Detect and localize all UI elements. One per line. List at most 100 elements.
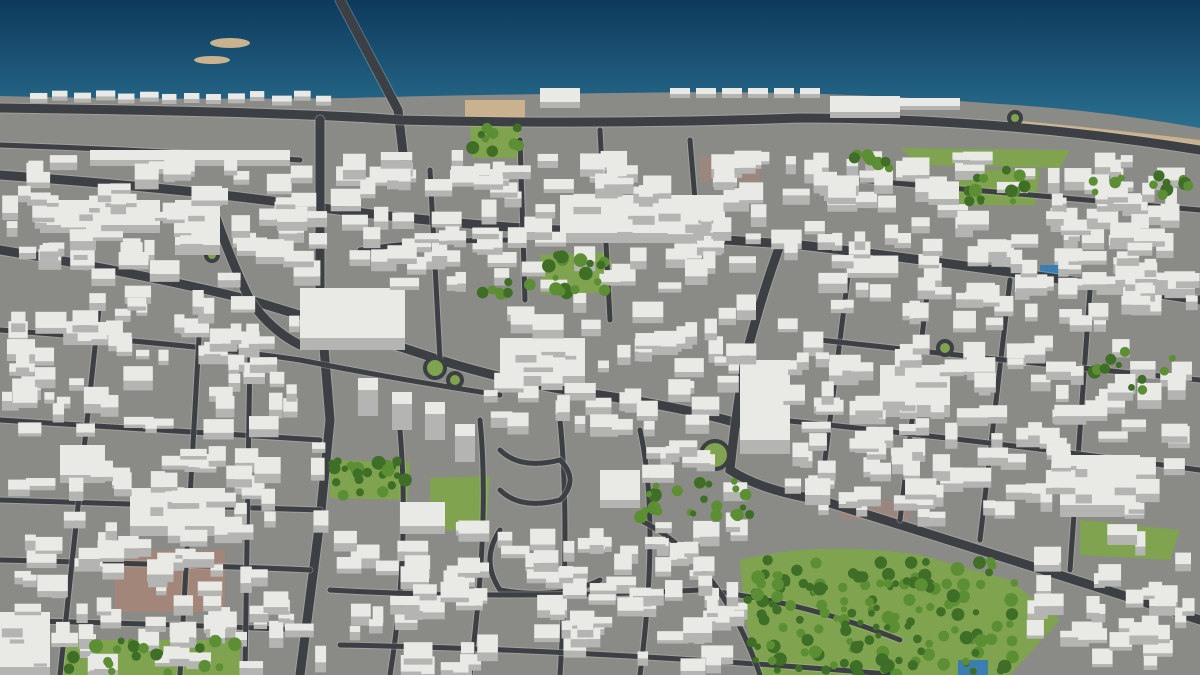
building [1054,404,1087,425]
building [206,492,236,508]
tree [771,590,784,603]
building [1121,295,1151,315]
building [740,360,790,454]
tree [936,606,946,617]
building [704,318,717,341]
tree [1157,189,1168,200]
building [472,227,499,240]
building [127,297,147,311]
building [380,152,413,169]
building [224,156,238,176]
sandbar [194,56,230,64]
building [1036,575,1052,595]
building [800,88,820,98]
building [1109,632,1133,651]
building [843,299,854,314]
building [665,248,687,269]
building [282,250,314,268]
building [674,358,704,378]
building [734,150,756,174]
building [680,658,706,675]
building [644,536,666,550]
building [97,540,125,562]
tree [795,615,804,624]
tree [671,485,683,497]
building [985,317,1004,331]
building [22,574,37,588]
building [92,231,124,241]
tree [829,661,838,670]
building [1005,484,1033,500]
building [1107,185,1128,203]
building [960,467,992,488]
tree [801,633,814,647]
building [792,442,809,467]
building [1127,242,1153,256]
building [18,185,31,203]
building [453,663,469,675]
tree [985,568,994,577]
building [912,334,930,355]
tree [477,130,485,139]
building [726,582,739,607]
building [1020,259,1038,278]
tree [1105,353,1117,365]
building [473,175,504,190]
building [360,177,376,199]
building [855,282,869,298]
building [316,95,332,106]
building [102,563,125,580]
tree [998,659,1012,674]
tree [800,648,809,657]
building [363,227,381,249]
building [145,616,166,632]
building [89,293,106,312]
building [684,259,708,286]
building [643,420,655,437]
tree [907,660,919,671]
tree [103,656,113,666]
tree [805,582,815,592]
tree [198,659,211,673]
tree [573,253,588,268]
tree [975,579,986,590]
building [118,93,135,104]
building [900,98,960,110]
building [1149,598,1176,616]
building [400,502,445,534]
building [957,210,989,231]
tree [730,478,738,485]
building [918,254,940,269]
building [1007,358,1024,370]
building [431,211,462,228]
building [286,384,297,402]
building [147,559,174,583]
building [1078,628,1108,644]
building [580,153,604,177]
tree [941,578,952,590]
tree [905,556,918,569]
building [26,171,51,189]
tree [880,156,891,167]
building [524,216,553,240]
building [255,239,285,265]
tree [751,570,765,585]
tree [833,614,841,622]
tree [850,640,863,654]
building [706,650,722,674]
building [706,596,718,617]
building [851,362,874,381]
tree [750,588,764,602]
building [109,183,131,196]
building [249,357,278,373]
building [191,185,222,207]
building [845,493,858,509]
building [821,381,834,405]
building [100,394,119,417]
building [158,349,169,366]
building [483,390,498,403]
building [390,595,420,615]
building [145,421,157,433]
tree [362,467,373,478]
tree [1091,188,1099,196]
